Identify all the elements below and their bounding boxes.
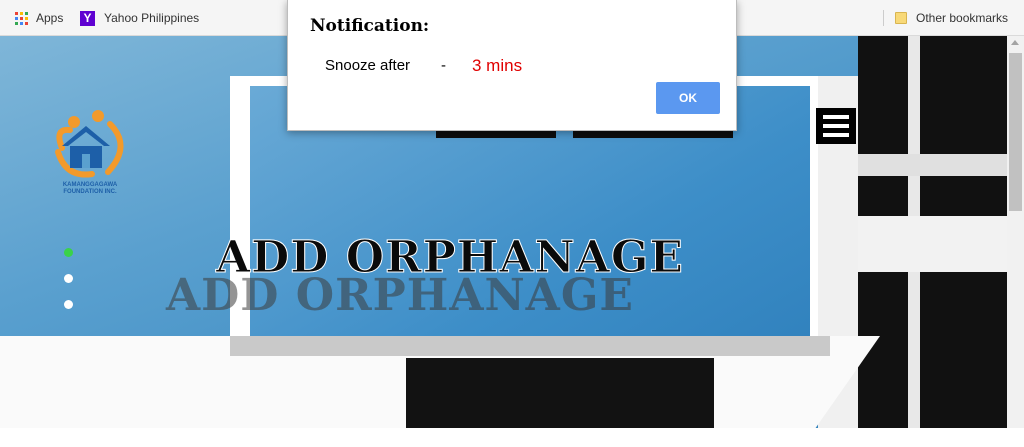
background-building-band: [858, 216, 1007, 272]
slide-dot-2[interactable]: [64, 274, 73, 283]
bookmark-apps[interactable]: Apps: [15, 0, 63, 36]
hero-title: ADD ORPHANAGE: [216, 232, 684, 284]
snooze-label: Snooze after: [325, 57, 411, 74]
bookmark-apps-label: Apps: [36, 11, 64, 25]
menu-icon-bar: [823, 133, 849, 137]
dialog-title: Notification:: [310, 16, 430, 36]
foundation-logo[interactable]: KAMANGGAGAWA FOUNDATION INC.: [52, 108, 128, 204]
bookmark-yahoo-label: Yahoo Philippines: [104, 11, 200, 25]
page-scrollbar[interactable]: [1007, 36, 1024, 428]
background-ledge-shadow: [230, 336, 830, 356]
notification-dialog: Notification: Snooze after - 3 mins OK: [287, 0, 737, 131]
house-people-icon: [55, 110, 124, 178]
slide-dot-3[interactable]: [64, 300, 73, 309]
folder-icon: [895, 12, 907, 24]
bookmarks-divider: [883, 10, 884, 26]
menu-icon-bar: [823, 124, 849, 128]
bookmark-other[interactable]: Other bookmarks: [895, 0, 1008, 36]
menu-button[interactable]: [816, 108, 856, 144]
slide-indicator: [64, 248, 73, 326]
apps-grid-icon: [15, 11, 28, 25]
page-below-hero: [0, 428, 1024, 447]
bookmark-yahoo[interactable]: Y Yahoo Philippines: [80, 0, 199, 36]
yahoo-icon: Y: [80, 10, 95, 26]
ok-button[interactable]: OK: [656, 82, 720, 114]
menu-icon-bar: [823, 115, 849, 119]
scroll-thumb[interactable]: [1009, 53, 1022, 211]
scroll-up-arrow-icon[interactable]: [1011, 40, 1019, 45]
background-building-band: [858, 154, 1007, 176]
slide-dot-1[interactable]: [64, 248, 73, 257]
logo-text: KAMANGGAGAWA FOUNDATION INC.: [62, 182, 118, 195]
snooze-separator: -: [441, 57, 446, 74]
background-window: [406, 358, 714, 428]
snooze-value: 3 mins: [472, 56, 523, 75]
bookmark-other-label: Other bookmarks: [916, 11, 1009, 25]
